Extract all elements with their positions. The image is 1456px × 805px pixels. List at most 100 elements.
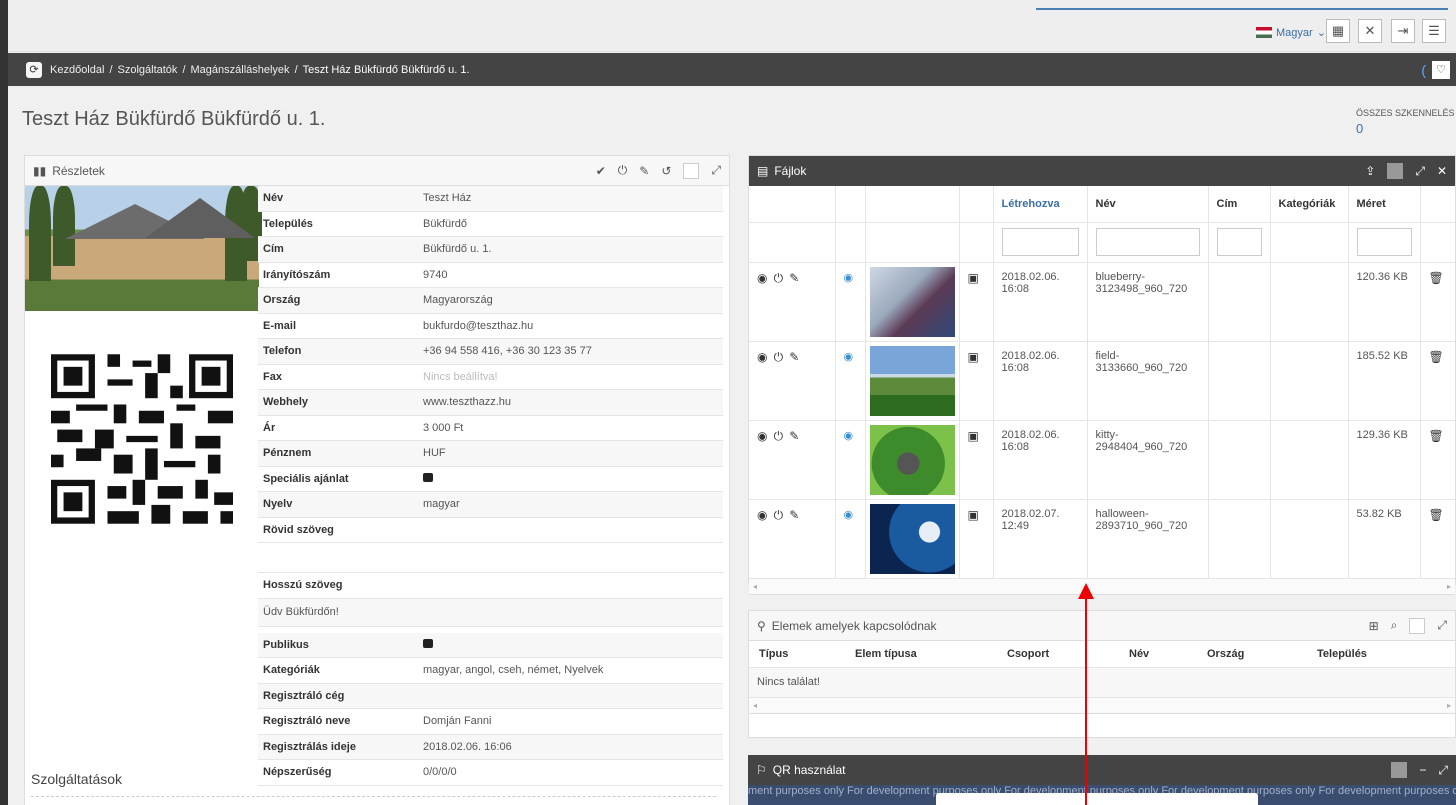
col-category[interactable]: Kategóriák: [1270, 186, 1349, 223]
breadcrumb-private-accommodations[interactable]: Magánszálláshelyek: [191, 64, 290, 76]
minimize-icon[interactable]: −: [1419, 763, 1426, 777]
detail-value: [423, 472, 433, 485]
file-size: 53.82 KB: [1356, 507, 1402, 520]
files-toggle-box[interactable]: [1387, 163, 1404, 179]
menu-button[interactable]: ☰: [1422, 19, 1446, 43]
preview-eye-icon[interactable]: ◉: [844, 430, 854, 442]
qr-usage-input[interactable]: [936, 793, 1258, 805]
qr-code-button[interactable]: ▦: [1326, 19, 1350, 43]
detail-value: Teszt Ház: [423, 192, 472, 205]
annotation-arrow-line: [1085, 598, 1087, 805]
search-icon[interactable]: ⌕: [1391, 618, 1398, 633]
refresh-icon[interactable]: ⟳: [26, 61, 42, 78]
trash-icon[interactable]: 🗑: [1429, 508, 1444, 522]
detail-row: Hosszú szöveg: [258, 573, 723, 599]
view-icon[interactable]: ◉: [757, 429, 767, 443]
col-group[interactable]: Csoport: [997, 641, 1119, 668]
expand-icon[interactable]: ⤢: [1437, 618, 1447, 633]
file-thumbnail[interactable]: [869, 503, 955, 574]
trash-icon[interactable]: 🗑: [1429, 271, 1444, 285]
detail-value: Domján Fanni: [423, 715, 492, 728]
detail-row: Ár 3 000 Ft: [258, 416, 723, 441]
fullscreen-button[interactable]: ✕: [1358, 19, 1382, 43]
pencil-icon[interactable]: ✎: [789, 508, 799, 522]
undo-icon[interactable]: ↺: [661, 164, 671, 178]
detail-row: Regisztráló cég: [258, 683, 723, 709]
expand-icon[interactable]: ⤢: [1438, 763, 1448, 778]
preview-eye-icon[interactable]: ◉: [844, 272, 854, 284]
detail-value: Magyarország: [423, 294, 493, 307]
filter-title-input[interactable]: [1216, 227, 1262, 256]
upload-icon[interactable]: ⇪: [1365, 164, 1375, 178]
col-size[interactable]: Méret: [1348, 186, 1421, 223]
detail-label: Fax: [263, 370, 282, 383]
files-horizontal-scrollbar[interactable]: ◂ ▸: [749, 578, 1455, 595]
view-icon[interactable]: ◉: [757, 508, 767, 522]
expand-icon[interactable]: ⤢: [711, 163, 721, 178]
view-icon[interactable]: ◉: [757, 350, 767, 364]
power-icon[interactable]: ⏻: [774, 271, 784, 285]
qr-usage-panel: ⚐ QR használat − ⤢ ment purposes only Fo…: [748, 755, 1456, 805]
pencil-icon[interactable]: ✎: [789, 350, 799, 364]
view-icon[interactable]: ◉: [757, 271, 767, 285]
detail-value: www.teszthazz.hu: [423, 396, 512, 409]
qr-toggle-box[interactable]: [1391, 762, 1408, 778]
close-icon[interactable]: ✕: [1437, 164, 1447, 178]
col-settlement[interactable]: Település: [1307, 641, 1455, 668]
col-linked-name[interactable]: Név: [1119, 641, 1197, 668]
pencil-icon[interactable]: ✎: [789, 429, 799, 443]
file-thumbnail[interactable]: [869, 424, 955, 495]
col-element-type[interactable]: Elem típusa: [845, 641, 997, 668]
power-icon[interactable]: ⏻: [618, 163, 628, 178]
power-icon[interactable]: ⏻: [774, 429, 784, 443]
preview-eye-icon[interactable]: ◉: [844, 509, 854, 521]
detail-value: 0/0/0/0: [423, 766, 457, 779]
breadcrumb: ⟳ Kezdőoldal / Szolgáltatók / Magánszállás…: [8, 53, 1456, 86]
linked-horizontal-scrollbar[interactable]: ◂ ▸: [749, 697, 1455, 714]
breadcrumb-home[interactable]: Kezdőoldal: [50, 64, 104, 76]
linked-toggle-box[interactable]: [1409, 617, 1426, 634]
col-type[interactable]: Típus: [749, 641, 845, 668]
file-thumbnail[interactable]: [869, 266, 955, 337]
map-marker-icon: ⚲: [757, 618, 766, 633]
col-name[interactable]: Név: [1087, 186, 1209, 223]
col-created[interactable]: Létrehozva: [993, 186, 1088, 223]
detail-value: 2018.02.06. 16:06: [423, 740, 512, 753]
trash-icon[interactable]: 🗑: [1429, 350, 1444, 364]
power-icon[interactable]: ⏻: [774, 508, 784, 522]
filter-size-input[interactable]: [1356, 227, 1412, 256]
panel-toggle-box[interactable]: [683, 162, 700, 179]
logout-icon: ⇥: [1397, 23, 1409, 38]
breadcrumb-current: Teszt Ház Bükfürdő Bükfürdő u. 1.: [302, 63, 470, 76]
logout-button[interactable]: ⇥: [1391, 19, 1415, 43]
detail-value: 9740: [423, 268, 448, 281]
filter-created-input[interactable]: [1001, 227, 1079, 256]
linked-table: Típus Elem típusa Csoport Név Ország Tel…: [749, 641, 1455, 668]
linked-title: Elemek amelyek kapcsolódnak: [771, 618, 937, 633]
col-title[interactable]: Cím: [1208, 186, 1271, 223]
pencil-icon[interactable]: ✎: [789, 271, 799, 285]
file-name-rest: 3123498_960_720: [1095, 282, 1188, 295]
preview-eye-icon[interactable]: ◉: [844, 351, 854, 363]
favorite-heart-icon[interactable]: ♡: [1432, 60, 1450, 79]
language-selector[interactable]: Magyar ⌄: [1256, 26, 1326, 39]
qr-usage-body: ment purposes only For development purpo…: [748, 785, 1456, 805]
detail-row: Irányítószám 9740: [258, 263, 723, 288]
check-icon[interactable]: ✔: [596, 164, 606, 178]
file-name-rest: 2893710_960_720: [1095, 519, 1188, 532]
file-row: ◉ ⏻ ✎ ◉ ▣ 2018.02.06. 16:08 blueberry- 3123498…: [749, 262, 1455, 342]
breadcrumb-providers[interactable]: Szolgáltatók: [118, 64, 178, 76]
power-icon[interactable]: ⏻: [774, 350, 784, 364]
add-icon[interactable]: ⊞: [1369, 619, 1379, 633]
col-country[interactable]: Ország: [1197, 641, 1307, 668]
linked-header: ⚲ Elemek amelyek kapcsolódnak ⊞ ⌕ ⤢: [749, 611, 1455, 641]
file-row: ◉ ⏻ ✎ ◉ ▣ 2018.02.06. 16:08 kitty- 2948404_960…: [749, 420, 1455, 500]
file-thumbnail[interactable]: [869, 345, 955, 416]
trash-icon[interactable]: 🗑: [1429, 429, 1444, 443]
expand-icon[interactable]: ⤢: [1415, 164, 1425, 179]
filter-name-input[interactable]: [1095, 227, 1200, 256]
detail-label: Telefon: [263, 345, 302, 358]
property-photo: [25, 186, 262, 311]
pencil-icon[interactable]: ✎: [639, 164, 649, 178]
chevron-down-icon: ⌄: [1316, 27, 1326, 39]
